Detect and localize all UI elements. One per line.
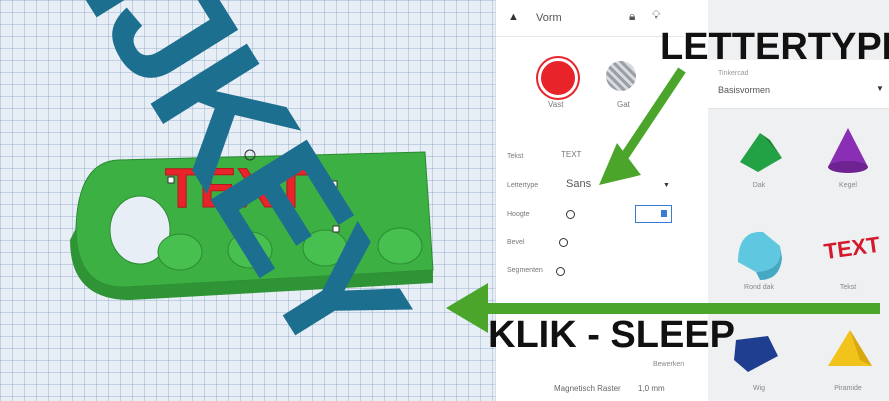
collapse-arrow-icon[interactable]: ▲	[508, 11, 519, 23]
shape-label-text: Tekst	[839, 284, 857, 291]
segments-slider[interactable]	[556, 267, 565, 276]
bevel-slider[interactable]	[559, 238, 568, 247]
lettertype-callout: LETTERTYPE	[660, 26, 889, 68]
height-slider[interactable]	[566, 210, 575, 219]
hole-label: Gat	[617, 100, 630, 109]
circle-bump	[377, 227, 423, 265]
snap-grid-select[interactable]: 1,0 mm	[638, 384, 665, 393]
edit-grid-label[interactable]: Bewerken	[653, 361, 684, 368]
cone-shape-icon[interactable]	[828, 128, 868, 173]
chevron-down-icon[interactable]: ▼	[663, 182, 670, 189]
shape-label-cone: Kegel	[839, 182, 857, 189]
roof-shape-icon[interactable]	[740, 133, 782, 172]
inspector-header: ▲ Vorm 🔒︎ 💡︎	[496, 0, 684, 37]
svg-text:TEXT: TEXT	[822, 232, 882, 265]
circle-bump	[157, 233, 203, 271]
solid-label: Vast	[548, 100, 564, 109]
snap-grid-label: Magnetisch Raster	[554, 384, 621, 393]
shape-label-round-roof: Rond dak	[744, 284, 774, 291]
height-input[interactable]	[635, 205, 672, 223]
workplane-grid[interactable]: TEXT	[0, 0, 540, 401]
height-row-label: Hoogte	[507, 211, 530, 218]
segments-row-label: Segmenten	[507, 267, 543, 274]
model-text[interactable]: TEXT	[165, 156, 309, 220]
circle-bump	[302, 229, 348, 267]
text-row-label: Tekst	[507, 153, 524, 160]
bevel-row-label: Bevel	[507, 239, 525, 246]
drag-callout: KLIK - SLEEP	[488, 314, 736, 356]
lock-icon[interactable]: 🔒︎	[629, 9, 635, 24]
shape-label-roof: Dak	[752, 182, 766, 189]
wedge-shape-icon[interactable]	[734, 336, 778, 372]
shape-label-wedge: Wig	[752, 385, 766, 392]
solid-color-swatch[interactable]	[538, 58, 578, 98]
text-input[interactable]: TEXT	[561, 150, 581, 159]
hole-swatch[interactable]	[606, 61, 636, 91]
pyramid-shape-icon[interactable]	[828, 330, 872, 366]
round-roof-shape-icon[interactable]	[738, 231, 782, 280]
circle-bump	[227, 231, 273, 269]
text-shape-icon[interactable]: TEXT	[822, 232, 882, 265]
screenshot-scene: TEXT ▲ Vorm 🔒︎ 💡︎ Vast Gat Tekst TEXT Le…	[0, 0, 889, 401]
shape-label-pyramid: Piramide	[834, 385, 862, 392]
lightbulb-icon[interactable]: 💡︎	[652, 8, 660, 23]
font-row-label: Lettertype	[507, 182, 539, 189]
keychain-model-view: TEXT	[70, 149, 434, 300]
inspector-title: Vorm	[536, 12, 562, 24]
font-select[interactable]: Sans	[566, 178, 591, 190]
